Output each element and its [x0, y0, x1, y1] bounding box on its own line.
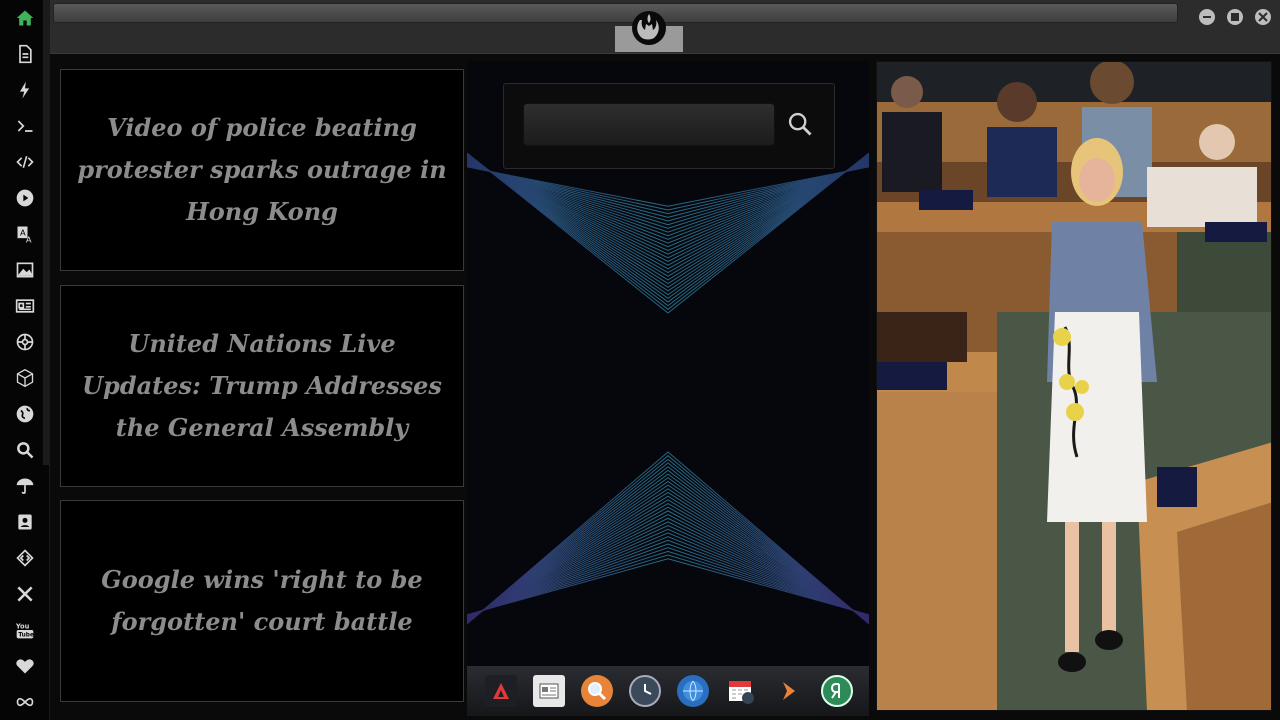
background-line	[467, 157, 869, 274]
background-line	[467, 153, 869, 307]
background-line	[467, 155, 869, 288]
play-icon[interactable]	[13, 186, 37, 210]
rebel-alliance-logo-icon	[632, 11, 666, 45]
close-button[interactable]	[1255, 9, 1271, 25]
document-icon[interactable]	[13, 42, 37, 66]
maximize-button[interactable]	[1227, 9, 1243, 25]
background-line	[467, 160, 869, 255]
news-reader-icon[interactable]	[533, 675, 565, 707]
heart-icon[interactable]	[13, 654, 37, 678]
settings-wheel-icon[interactable]	[13, 330, 37, 354]
svg-text:You: You	[15, 622, 30, 630]
search-button[interactable]	[784, 108, 816, 140]
news-column: Video of police beating protester sparks…	[58, 61, 466, 716]
image-icon[interactable]	[13, 258, 37, 282]
background-line	[467, 161, 869, 244]
search-box	[503, 83, 835, 169]
code-icon[interactable]	[13, 150, 37, 174]
background-line	[467, 458, 869, 624]
main-content: Video of police beating protester sparks…	[58, 61, 1280, 720]
search-input[interactable]	[523, 103, 775, 146]
news-card[interactable]: Video of police beating protester sparks…	[60, 69, 464, 271]
news-headline[interactable]: Google wins 'right to be forgotten' cour…	[75, 559, 449, 643]
bolt-icon[interactable]	[13, 78, 37, 102]
home-icon[interactable]	[13, 6, 37, 30]
browser-globe-icon[interactable]	[677, 675, 709, 707]
yandex-icon[interactable]	[821, 675, 853, 707]
featured-photo[interactable]	[876, 61, 1272, 711]
magnifier-app-icon[interactable]	[581, 675, 613, 707]
news-headline[interactable]: Video of police beating protester sparks…	[75, 107, 449, 233]
background-line	[467, 506, 869, 620]
svg-text:Tube: Tube	[18, 633, 34, 639]
background-line	[467, 484, 869, 622]
news-headline[interactable]: United Nations Live Updates: Trump Addre…	[75, 323, 449, 449]
background-line	[467, 158, 869, 266]
background-line	[467, 159, 869, 263]
search-icon[interactable]	[13, 438, 37, 462]
calendar-app-icon[interactable]	[725, 675, 757, 707]
diamond-code-icon[interactable]	[13, 546, 37, 570]
background-line	[467, 491, 869, 621]
umbrella-icon[interactable]	[13, 474, 37, 498]
background-line	[467, 155, 869, 292]
background-line	[467, 513, 869, 620]
background-line	[467, 502, 869, 620]
left-sidebar: AA You Tube	[0, 0, 50, 720]
youtube-icon[interactable]: You Tube	[13, 618, 37, 642]
background-line	[467, 525, 869, 619]
news-card[interactable]: Google wins 'right to be forgotten' cour…	[60, 500, 464, 702]
minimize-button[interactable]	[1199, 9, 1215, 25]
svg-text:A: A	[26, 234, 32, 244]
clock-app-icon[interactable]	[629, 675, 661, 707]
background-line	[467, 153, 869, 310]
news-icon[interactable]	[13, 294, 37, 318]
play-arrow-icon[interactable]	[773, 675, 805, 707]
tools-icon[interactable]	[13, 582, 37, 606]
background-line	[467, 510, 869, 620]
app-dock	[467, 666, 869, 716]
search-panel	[467, 61, 869, 716]
contacts-icon[interactable]	[13, 510, 37, 534]
background-line	[467, 462, 869, 624]
background-line	[467, 156, 869, 285]
app-logo-tab[interactable]	[615, 2, 683, 52]
top-bar	[50, 0, 1280, 54]
background-line	[467, 152, 869, 314]
globe-icon[interactable]	[13, 402, 37, 426]
background-line	[467, 466, 869, 624]
background-line	[467, 161, 869, 248]
close-icon	[1258, 12, 1268, 22]
cube-icon[interactable]	[13, 366, 37, 390]
translate-icon[interactable]: AA	[13, 222, 37, 246]
terminal-icon[interactable]	[13, 114, 37, 138]
infinity-icon[interactable]	[13, 690, 37, 714]
assembly-hall-photo	[877, 62, 1271, 710]
sidebar-scrollbar[interactable]	[43, 0, 49, 465]
search-icon	[788, 112, 812, 136]
news-card[interactable]: United Nations Live Updates: Trump Addre…	[60, 285, 464, 487]
background-line	[467, 469, 869, 623]
app-a-icon[interactable]	[485, 675, 517, 707]
